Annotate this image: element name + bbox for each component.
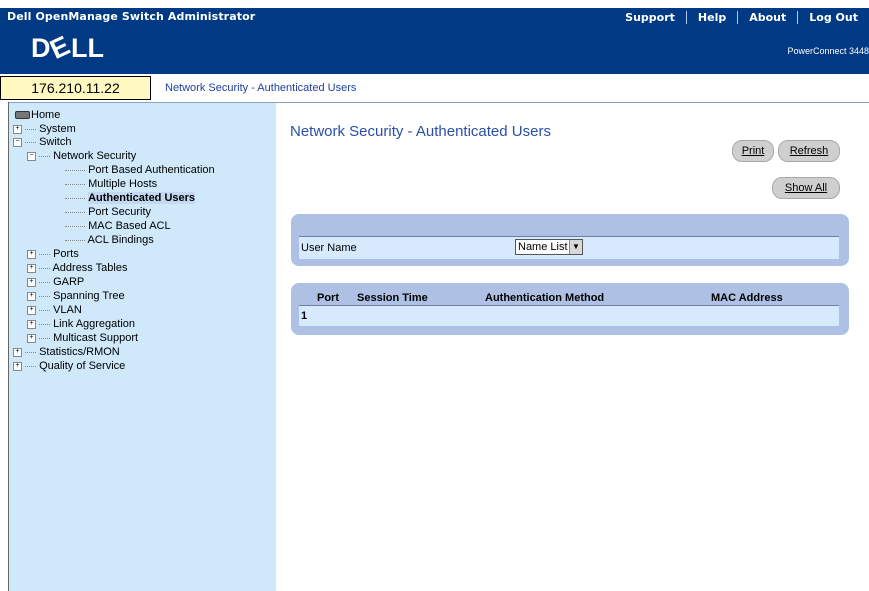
collapse-icon[interactable]: − bbox=[27, 151, 36, 161]
expand-icon[interactable]: + bbox=[27, 291, 36, 301]
expand-icon[interactable]: + bbox=[27, 249, 36, 259]
tree-item-network-security[interactable]: − Network Security bbox=[27, 150, 136, 163]
expand-icon[interactable]: + bbox=[27, 263, 36, 273]
tree-item-label: System bbox=[39, 123, 76, 135]
breadcrumb: Network Security - Authenticated Users bbox=[165, 82, 357, 94]
column-header-port: Port bbox=[317, 292, 339, 304]
tree-item-garp[interactable]: + GARP bbox=[27, 276, 84, 289]
app-title: Dell OpenManage Switch Administrator bbox=[7, 10, 256, 23]
top-links: Support Help About Log Out bbox=[614, 8, 869, 26]
tree-item-label: Link Aggregation bbox=[53, 318, 136, 330]
chevron-down-icon[interactable]: ▼ bbox=[569, 240, 582, 254]
tree-item-statistics-rmon[interactable]: + Statistics/RMON bbox=[13, 346, 120, 359]
expand-icon[interactable]: + bbox=[27, 277, 36, 287]
ip-address: 176.210.11.22 bbox=[0, 76, 151, 100]
banner: D E LL PowerConnect 3448 bbox=[0, 26, 869, 74]
help-link[interactable]: Help bbox=[685, 10, 737, 24]
tree-item-label: Port Security bbox=[88, 206, 152, 218]
tree-item-ports[interactable]: + Ports bbox=[27, 248, 79, 261]
tree-item-home[interactable]: Home bbox=[15, 109, 60, 122]
tree-item-label: Quality of Service bbox=[39, 360, 126, 372]
column-header-mac-address: MAC Address bbox=[711, 292, 783, 304]
tree-item-label: Authenticated Users bbox=[88, 192, 196, 204]
row-index: 1 bbox=[301, 310, 308, 322]
user-name-label: User Name bbox=[301, 242, 357, 254]
tree-item-label: MAC Based ACL bbox=[88, 220, 171, 232]
tree-item-mac-based-acl[interactable]: MAC Based ACL bbox=[65, 220, 171, 233]
left-frame-edge bbox=[0, 102, 9, 591]
tree-item-port-based-authentication[interactable]: Port Based Authentication bbox=[65, 164, 215, 177]
logout-link[interactable]: Log Out bbox=[797, 10, 869, 24]
table-row[interactable]: 1 bbox=[299, 306, 839, 326]
tree-item-address-tables[interactable]: + Address Tables bbox=[27, 262, 127, 275]
tree-item-label: Multicast Support bbox=[53, 332, 139, 344]
tree-item-multiple-hosts[interactable]: Multiple Hosts bbox=[65, 178, 157, 191]
tree-item-label: Ports bbox=[53, 248, 79, 260]
print-button[interactable]: Print bbox=[732, 140, 774, 162]
tree-item-link-aggregation[interactable]: + Link Aggregation bbox=[27, 318, 135, 331]
expand-icon[interactable]: + bbox=[13, 347, 22, 357]
svg-text:LL: LL bbox=[71, 34, 104, 62]
main-content: Network Security - Authenticated Users P… bbox=[276, 103, 869, 591]
expand-icon[interactable]: + bbox=[27, 305, 36, 315]
table-header: Port Session Time Authentication Method … bbox=[299, 292, 839, 306]
column-header-authentication-method: Authentication Method bbox=[485, 292, 605, 304]
expand-icon[interactable]: + bbox=[13, 124, 22, 134]
expand-icon[interactable]: + bbox=[13, 361, 22, 371]
tree-item-label: Switch bbox=[39, 136, 72, 148]
address-bar: 176.210.11.22 Network Security - Authent… bbox=[0, 74, 869, 103]
authenticated-users-table: Port Session Time Authentication Method … bbox=[291, 283, 849, 335]
title-bar: Dell OpenManage Switch Administrator Sup… bbox=[0, 8, 869, 26]
tree-item-acl-bindings[interactable]: ACL Bindings bbox=[65, 234, 154, 247]
tree-item-spanning-tree[interactable]: + Spanning Tree bbox=[27, 290, 125, 303]
dell-logo: D E LL bbox=[31, 34, 104, 62]
user-filter-panel: User Name Name List ▼ bbox=[291, 214, 849, 266]
tree-item-vlan[interactable]: + VLAN bbox=[27, 304, 82, 317]
home-icon bbox=[15, 111, 30, 120]
user-name-select-value: Name List bbox=[518, 241, 568, 253]
tree-item-quality-of-service[interactable]: + Quality of Service bbox=[13, 360, 125, 373]
support-link[interactable]: Support bbox=[614, 11, 686, 24]
tree-item-authenticated-users[interactable]: Authenticated Users bbox=[65, 192, 196, 205]
user-name-row: User Name Name List ▼ bbox=[299, 236, 839, 259]
expand-icon[interactable]: + bbox=[27, 333, 36, 343]
about-link[interactable]: About bbox=[737, 10, 797, 24]
tree-item-label: GARP bbox=[53, 276, 85, 288]
user-name-select[interactable]: Name List ▼ bbox=[515, 239, 583, 255]
tree-item-label: Port Based Authentication bbox=[88, 164, 215, 176]
tree-item-label: ACL Bindings bbox=[87, 234, 154, 246]
refresh-button[interactable]: Refresh bbox=[778, 140, 840, 162]
tree-item-label: Spanning Tree bbox=[53, 290, 125, 302]
tree-item-label: Home bbox=[31, 109, 61, 121]
tree-item-label: Multiple Hosts bbox=[88, 178, 158, 190]
collapse-icon[interactable]: − bbox=[13, 137, 22, 147]
product-name: PowerConnect 3448 bbox=[787, 46, 869, 56]
page-title: Network Security - Authenticated Users bbox=[290, 123, 551, 140]
top-strip bbox=[0, 0, 869, 8]
tree-item-label: Network Security bbox=[53, 150, 137, 162]
expand-icon[interactable]: + bbox=[27, 319, 36, 329]
tree-item-multicast-support[interactable]: + Multicast Support bbox=[27, 332, 138, 345]
navigation-tree: Home + System − Switch − Network Securit… bbox=[9, 103, 276, 591]
tree-item-system[interactable]: + System bbox=[13, 123, 76, 136]
tree-item-port-security[interactable]: Port Security bbox=[65, 206, 151, 219]
tree-item-label: VLAN bbox=[53, 304, 82, 316]
tree-item-label: Address Tables bbox=[52, 262, 128, 274]
tree-item-label: Statistics/RMON bbox=[39, 346, 120, 358]
show-all-button[interactable]: Show All bbox=[772, 177, 840, 199]
column-header-session-time: Session Time bbox=[357, 292, 428, 304]
tree-item-switch[interactable]: − Switch bbox=[13, 136, 71, 149]
